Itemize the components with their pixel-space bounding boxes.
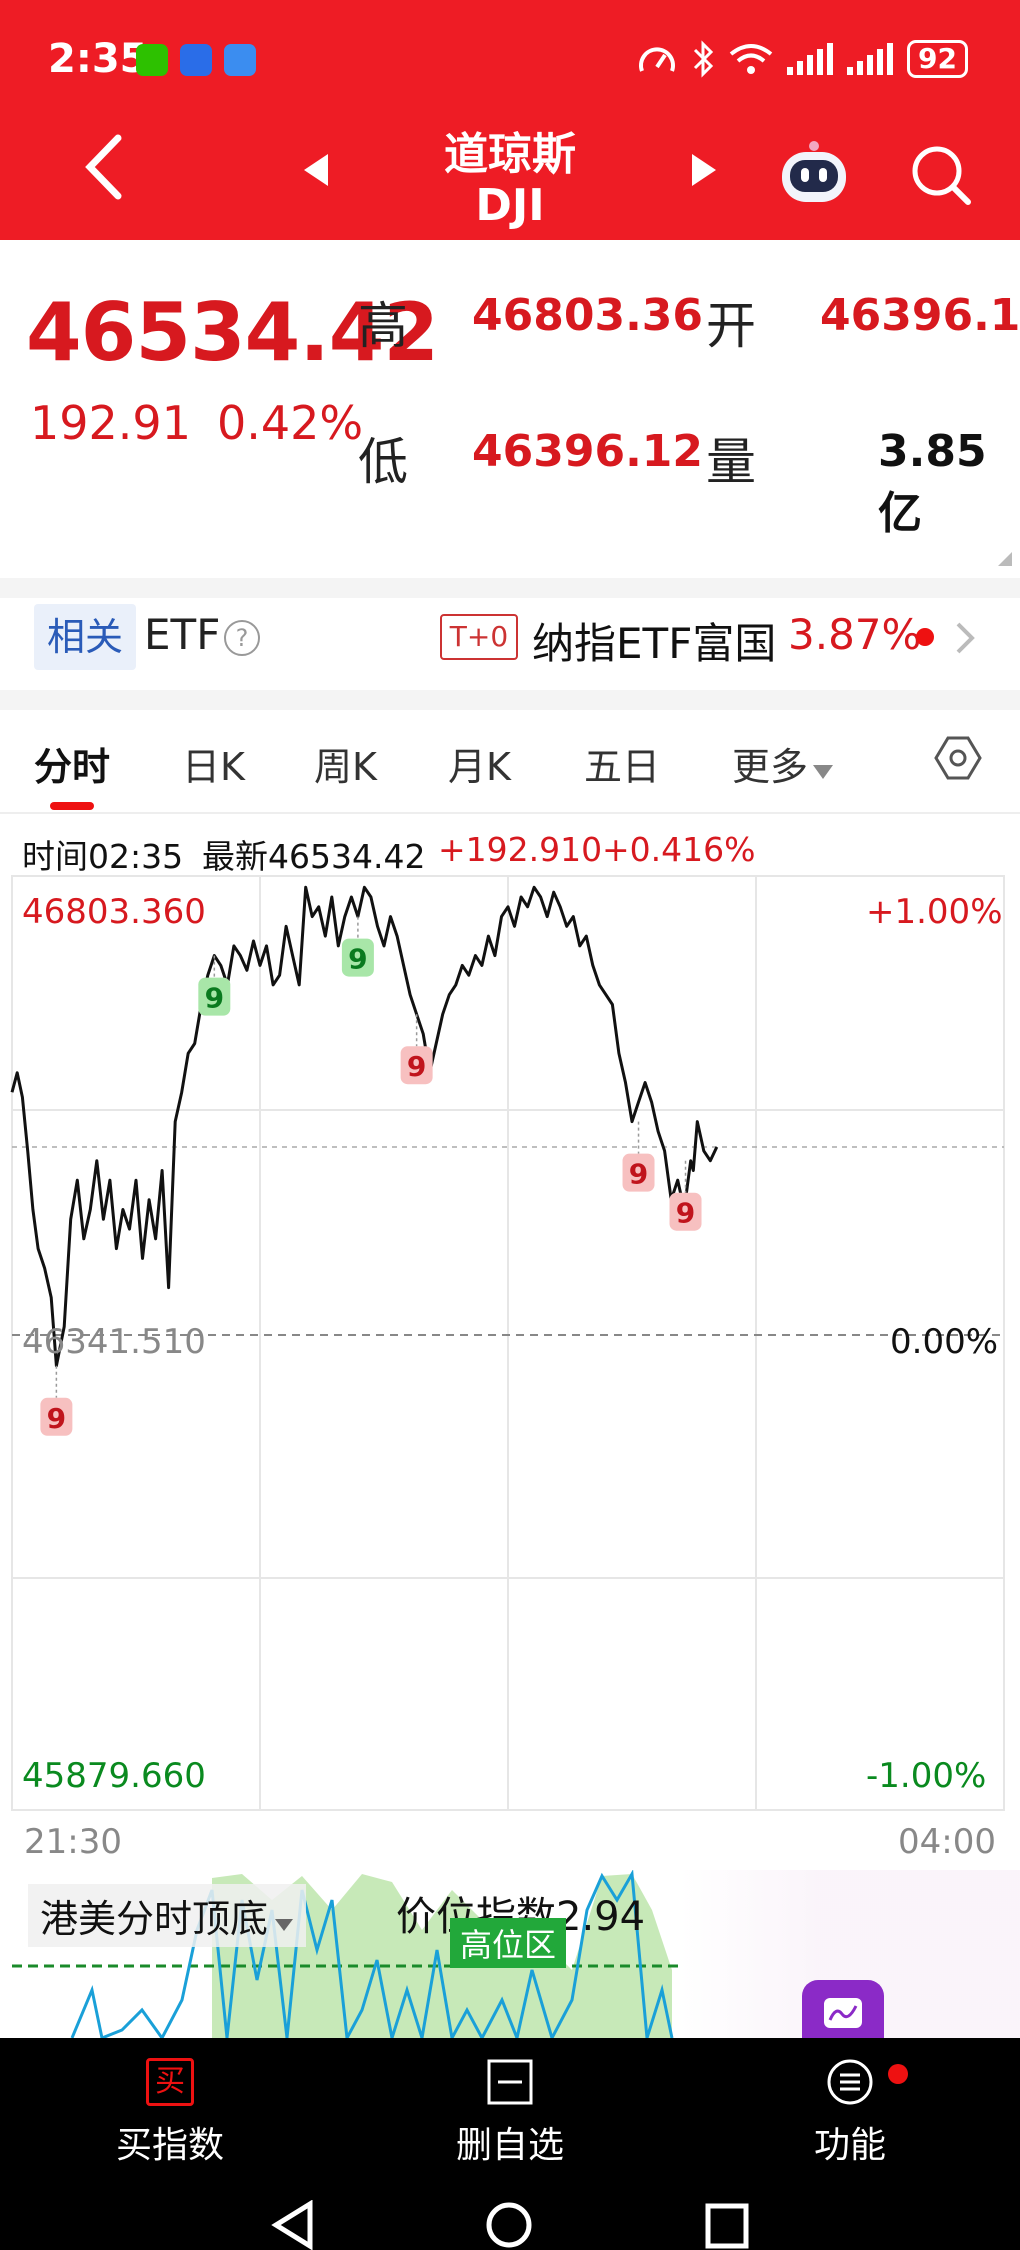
remove-icon bbox=[487, 2059, 533, 2105]
td9-label: 9 bbox=[407, 1050, 426, 1083]
functions-button[interactable]: 功能 bbox=[750, 2058, 950, 2168]
functions-label: 功能 bbox=[813, 2125, 886, 2166]
remove-watchlist-button[interactable]: 删自选 bbox=[410, 2058, 610, 2168]
pct-label-middle: 0.00% bbox=[890, 1322, 999, 1362]
y-label-top: 46803.360 bbox=[22, 892, 206, 932]
dropdown-caret-icon bbox=[275, 1919, 294, 1931]
indicator-floating-button[interactable] bbox=[802, 1980, 884, 2044]
wave-icon bbox=[824, 1998, 862, 2028]
pct-label-top: +1.00% bbox=[866, 892, 1003, 932]
x-label-end: 04:00 bbox=[898, 1822, 996, 1862]
td9-label: 9 bbox=[47, 1402, 66, 1435]
indicator-title: 港美分时顶底 bbox=[40, 1897, 269, 1941]
buy-index-label: 买指数 bbox=[115, 2125, 224, 2166]
td9-label: 9 bbox=[205, 982, 224, 1015]
y-label-bottom: 45879.660 bbox=[22, 1756, 206, 1796]
menu-circle-icon bbox=[827, 2059, 873, 2105]
td9-label: 9 bbox=[348, 943, 367, 976]
pct-label-bottom: -1.00% bbox=[866, 1756, 987, 1796]
system-recents-icon[interactable] bbox=[704, 2200, 750, 2250]
y-label-middle: 46341.510 bbox=[22, 1322, 206, 1362]
indicator-zone-badge: 高位区 bbox=[450, 1918, 567, 1968]
x-label-start: 21:30 bbox=[24, 1822, 122, 1862]
system-home-icon[interactable] bbox=[484, 2200, 534, 2250]
td9-label: 9 bbox=[629, 1158, 648, 1191]
td9-label: 9 bbox=[676, 1197, 695, 1230]
buy-index-button[interactable]: 买 买指数 bbox=[70, 2058, 270, 2168]
notification-dot-icon bbox=[888, 2064, 908, 2084]
remove-watchlist-label: 删自选 bbox=[455, 2125, 564, 2166]
buy-icon: 买 bbox=[146, 2058, 194, 2106]
indicator-selector[interactable]: 港美分时顶底 bbox=[28, 1884, 307, 1947]
system-back-icon[interactable] bbox=[270, 2200, 314, 2250]
